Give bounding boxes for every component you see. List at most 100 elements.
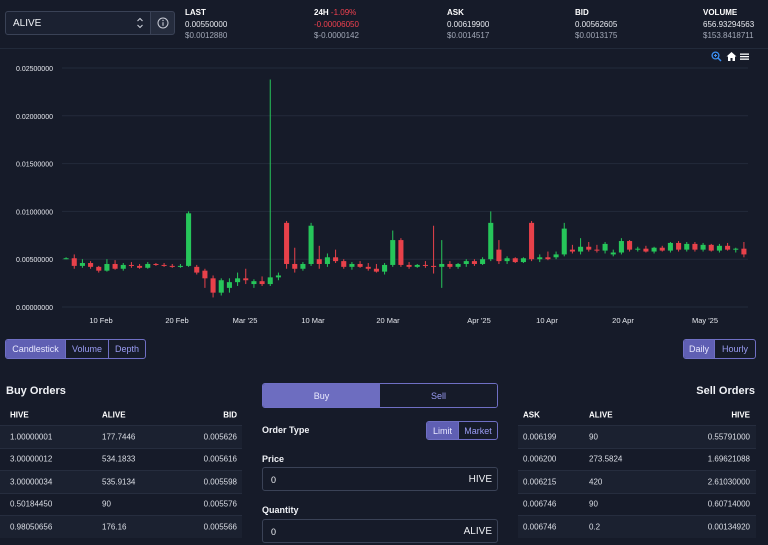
candle-body (267, 277, 273, 285)
limit-button[interactable]: Limit (427, 422, 459, 439)
sell-order-ask: 0.006200 (523, 454, 557, 464)
sell-order-row[interactable]: 0.006215 420 2.61030000 (518, 470, 756, 493)
daily-button[interactable]: Daily (684, 340, 715, 358)
candle-body (96, 266, 102, 271)
buy-col-hive: HIVE (10, 410, 29, 419)
stat-bid-value: 0.00562605 (575, 19, 618, 29)
x-tick-label: 20 Mar (376, 316, 400, 325)
hourly-button[interactable]: Hourly (715, 340, 755, 358)
market-button[interactable]: Market (459, 422, 497, 439)
candle-body (324, 257, 330, 264)
candle-body (414, 264, 420, 267)
candle-body (373, 268, 379, 272)
candle-body (651, 247, 657, 252)
candle-body (382, 264, 388, 272)
candle-body (447, 263, 453, 267)
interval-group: Daily Hourly (683, 339, 756, 359)
stat-volume-usd: $153.8418711 (703, 31, 754, 40)
candle-body (545, 257, 551, 260)
buy-order-row[interactable]: 3.00000012 534.1833 0.005616 (0, 447, 242, 471)
stat-24h-change-pct: -1.09% (330, 8, 357, 17)
candle-body (161, 264, 167, 266)
candle-body (63, 258, 69, 260)
buy-order-row[interactable]: 0.50184450 90 0.005576 (0, 492, 242, 516)
sell-order-row[interactable]: 0.006746 90 0.60714000 (518, 492, 756, 516)
buy-col-alive: ALIVE (102, 410, 126, 419)
token-info-button[interactable] (150, 11, 175, 35)
candle-body (610, 252, 616, 255)
quantity-input[interactable]: 0 ALIVE (262, 519, 498, 543)
token-select-value: ALIVE (13, 17, 42, 29)
candle-body (316, 259, 322, 264)
candle-body (618, 241, 624, 253)
buy-order-bid: 0.005598 (203, 477, 237, 487)
sell-order-row[interactable]: 0.006200 273.5824 1.69621088 (518, 447, 756, 471)
buy-col-bid: BID (223, 410, 237, 419)
buy-order-row[interactable]: 1.00000001 177.7446 0.005626 (0, 425, 242, 448)
candlestick-button[interactable]: Candlestick (6, 340, 66, 358)
candle-body (488, 222, 494, 260)
candle-body (120, 264, 126, 269)
buy-order-hive: 0.50184450 (10, 499, 53, 509)
candle-body (602, 243, 608, 251)
candle-body (537, 257, 543, 260)
candle-body (725, 245, 731, 250)
stat-24h: 24H -1.09% -0.00006050 $-0.0000142 (314, 7, 359, 42)
stat-volume: VOLUME 656.93294563 $153.8418711 (703, 7, 754, 42)
buy-order-bid: 0.005576 (203, 499, 237, 509)
buy-tab[interactable]: Buy (263, 384, 380, 407)
candle-body (398, 240, 404, 265)
buy-order-row[interactable]: 3.00000034 535.9134 0.005598 (0, 470, 242, 493)
buy-orders-table: HIVE ALIVE BID 1.00000001 177.7446 0.005… (0, 404, 242, 538)
price-chart[interactable]: 0.02500000 0.02000000 0.01500000 0.01000000… (0, 60, 768, 332)
volume-button[interactable]: Volume (66, 340, 109, 358)
sell-order-alive: 90 (589, 432, 598, 442)
price-input[interactable]: 0 HIVE (262, 467, 498, 491)
buy-orders-title: Buy Orders (6, 385, 66, 397)
candle-body (692, 243, 698, 250)
buy-order-alive: 534.1833 (102, 454, 136, 464)
y-tick-label: 0.02500000 (16, 66, 53, 73)
candle-body (455, 263, 461, 267)
order-type-group: Limit Market (426, 421, 498, 440)
sell-order-row[interactable]: 0.006746 0.2 0.00134920 (518, 515, 756, 538)
token-select[interactable]: ALIVE (5, 11, 151, 35)
candle-body (569, 249, 575, 252)
candle-body (733, 248, 739, 250)
candle-body (235, 278, 241, 283)
candle-body (112, 263, 118, 269)
stat-ask-value: 0.00619900 (447, 19, 490, 29)
candle-body (145, 263, 151, 268)
sell-order-hive: 1.69621088 (707, 454, 750, 464)
quantity-input-value: 0 (271, 527, 277, 537)
stat-ask-usd: $0.0014517 (447, 31, 490, 40)
candle-body (153, 263, 159, 265)
candle-body (553, 254, 559, 258)
buy-order-alive: 177.7446 (102, 432, 136, 442)
stat-24h-value: -0.00006050 (314, 19, 359, 29)
sell-order-ask: 0.006746 (523, 499, 557, 509)
sell-order-alive: 273.5824 (589, 454, 623, 464)
depth-button[interactable]: Depth (109, 340, 145, 358)
buy-order-alive: 535.9134 (102, 477, 136, 487)
sell-order-row[interactable]: 0.006199 90 0.55791000 (518, 425, 756, 448)
candle-body (496, 249, 502, 262)
candle-body (292, 263, 298, 269)
buy-order-bid: 0.005566 (203, 522, 237, 532)
buy-order-row[interactable]: 0.98050656 176.16 0.005566 (0, 515, 242, 538)
y-tick-label: 0.01500000 (16, 162, 53, 169)
candle-body (104, 263, 110, 271)
buy-order-alive: 176.16 (102, 522, 127, 532)
candle-body (561, 228, 567, 255)
chart-mode-group: Candlestick Volume Depth (5, 339, 146, 359)
candle-body (210, 278, 216, 293)
sell-order-hive: 0.00134920 (707, 522, 750, 532)
candle-body (259, 281, 265, 285)
stat-24h-label: 24H (314, 8, 329, 17)
chart-grid (62, 67, 748, 308)
sell-orders-table: ASK ALIVE HIVE 0.006199 90 0.55791000 0.… (518, 404, 756, 538)
sell-tab[interactable]: Sell (380, 384, 497, 407)
candle-body (529, 222, 535, 260)
stat-bid: BID 0.00562605 $0.0013175 (575, 7, 617, 42)
chart-y-axis: 0.02500000 0.02000000 0.01500000 0.01000000… (16, 66, 53, 312)
